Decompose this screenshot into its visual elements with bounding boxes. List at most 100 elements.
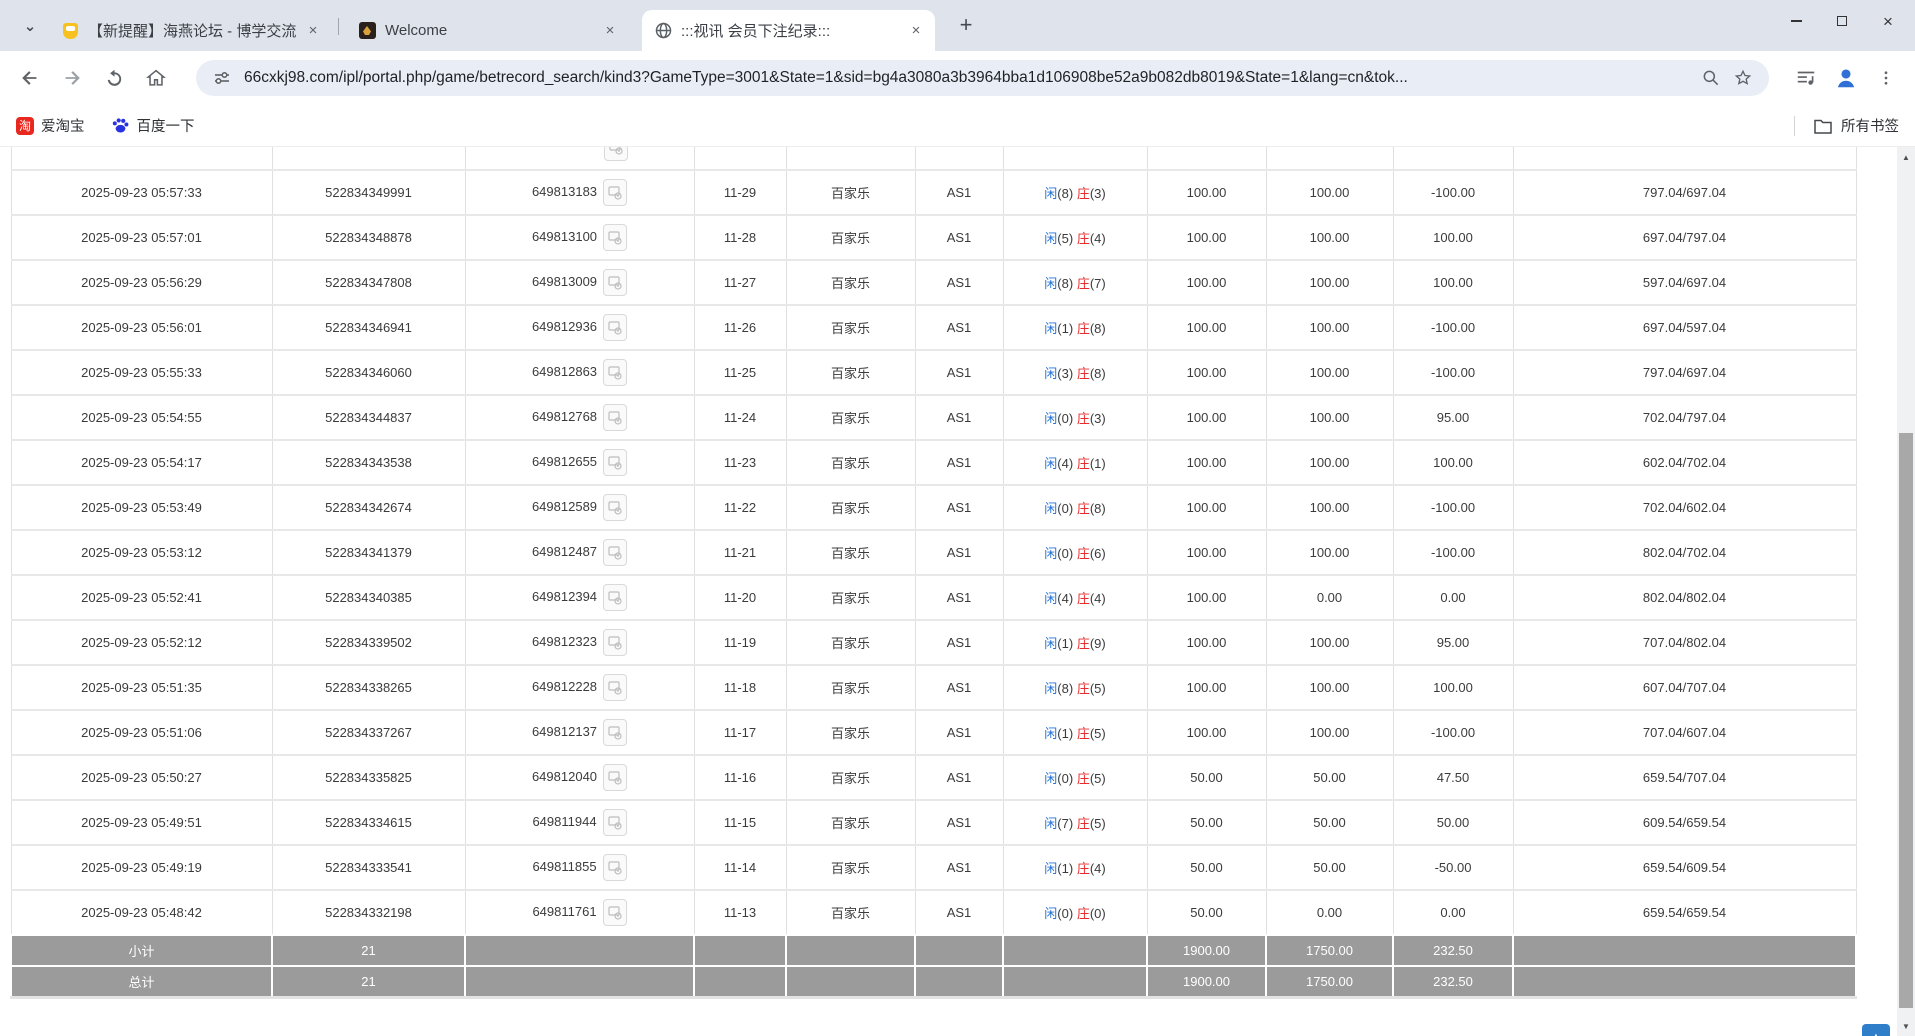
bet-amount-link[interactable]: 100.00 — [1147, 710, 1266, 755]
bet-amount-link[interactable]: 100.00 — [1147, 350, 1266, 395]
round-id: 649812137 — [465, 710, 694, 755]
back-button[interactable] — [16, 64, 44, 92]
video-replay-button[interactable] — [603, 629, 627, 656]
browser-menu-icon[interactable] — [1871, 63, 1901, 93]
bet-amount-link[interactable]: 50.00 — [1147, 845, 1266, 890]
table-row: 2025-09-23 05:52:12522834339502649812323… — [11, 620, 1856, 665]
bookmark-taobao[interactable]: 淘 爱淘宝 — [16, 115, 85, 136]
bet-amount-link[interactable]: 100.00 — [1147, 665, 1266, 710]
bookmark-baidu[interactable]: 百度一下 — [111, 115, 195, 136]
valid-amount: 100.00 — [1266, 620, 1393, 665]
scrollbar-up-arrow-icon[interactable]: ▲ — [1897, 149, 1915, 165]
player-count: (0) — [1057, 771, 1073, 786]
round-number: 649811855 — [532, 859, 596, 874]
bet-amount-link[interactable]: 50.00 — [1147, 755, 1266, 800]
balance: 659.54/659.54 — [1513, 890, 1856, 935]
profile-avatar[interactable] — [1831, 63, 1861, 93]
tab-close-icon[interactable]: × — [304, 22, 322, 40]
video-replay-button[interactable] — [604, 147, 628, 161]
bet-amount-link[interactable]: 100.00 — [1147, 530, 1266, 575]
back-to-top-button[interactable]: ▲ — [1862, 1024, 1890, 1036]
video-replay-button[interactable] — [603, 494, 627, 521]
video-replay-button[interactable] — [603, 404, 627, 431]
order-id: 522834349991 — [272, 170, 465, 215]
banker-count: (9) — [1090, 636, 1106, 651]
bet-time: 2025-09-23 05:50:27 — [11, 755, 272, 800]
bet-amount-link[interactable]: 100.00 — [1147, 170, 1266, 215]
bet-content: 闲(1) 庄(5) — [1003, 710, 1147, 755]
tab-close-icon[interactable]: × — [601, 22, 619, 40]
forward-button[interactable] — [58, 64, 86, 92]
video-replay-button[interactable] — [603, 269, 627, 296]
bet-amount-link[interactable]: 100.00 — [1147, 395, 1266, 440]
bet-amount-link[interactable]: 100.00 — [1147, 305, 1266, 350]
address-bar[interactable]: 66cxkj98.com/ipl/portal.php/game/betreco… — [196, 60, 1769, 96]
page-scrollbar[interactable]: ▲ ▼ — [1897, 147, 1915, 1036]
table-row: 2025-09-23 05:49:51522834334615649811944… — [11, 800, 1856, 845]
url-text[interactable]: 66cxkj98.com/ipl/portal.php/game/betreco… — [244, 69, 1691, 87]
bet-amount-link[interactable]: 100.00 — [1147, 260, 1266, 305]
valid-amount: 100.00 — [1266, 665, 1393, 710]
new-tab-button[interactable]: + — [952, 11, 980, 39]
tab-search-chevron-icon[interactable]: ⌄ — [16, 12, 44, 40]
player-count: (1) — [1057, 861, 1073, 876]
bet-time: 2025-09-23 05:53:49 — [11, 485, 272, 530]
video-replay-button[interactable] — [603, 179, 627, 206]
banker-label: 庄 — [1077, 771, 1090, 786]
bet-amount-link[interactable]: 100.00 — [1147, 575, 1266, 620]
round-number: 649812228 — [532, 679, 597, 694]
banker-label: 庄 — [1077, 366, 1090, 381]
site-settings-icon[interactable] — [210, 66, 234, 90]
all-bookmarks-button[interactable]: 所有书签 — [1813, 115, 1899, 136]
subtotal-label: 小计 — [11, 935, 272, 966]
scrollbar-thumb[interactable] — [1899, 433, 1913, 1008]
window-minimize-button[interactable] — [1773, 0, 1819, 42]
bet-amount-link[interactable]: 50.00 — [1147, 800, 1266, 845]
scrollbar-down-arrow-icon[interactable]: ▼ — [1897, 1018, 1915, 1034]
valid-amount: 100.00 — [1266, 350, 1393, 395]
home-button[interactable] — [142, 64, 170, 92]
bet-amount-link[interactable]: 100.00 — [1147, 485, 1266, 530]
video-replay-button[interactable] — [603, 539, 627, 566]
tab-close-icon[interactable]: × — [907, 22, 925, 40]
video-replay-button[interactable] — [603, 449, 627, 476]
account-name: AS1 — [915, 350, 1003, 395]
bet-amount-link[interactable]: 100.00 — [1147, 620, 1266, 665]
window-maximize-button[interactable] — [1819, 0, 1865, 42]
player-label: 闲 — [1044, 411, 1057, 426]
video-replay-button[interactable] — [603, 764, 627, 791]
zoom-icon[interactable] — [1699, 66, 1723, 90]
video-replay-button[interactable] — [603, 584, 627, 611]
video-replay-button[interactable] — [603, 224, 627, 251]
bet-amount-link[interactable]: 100.00 — [1147, 440, 1266, 485]
tab-forum[interactable]: 【新提醒】海燕论坛 - 博学交流 × — [49, 10, 332, 51]
round-number: 649812323 — [532, 634, 597, 649]
bet-amount-link[interactable]: 100.00 — [1147, 215, 1266, 260]
video-replay-button[interactable] — [603, 359, 627, 386]
valid-amount: 100.00 — [1266, 440, 1393, 485]
bet-amount-link[interactable]: 50.00 — [1147, 890, 1266, 935]
order-id: 522834333541 — [272, 845, 465, 890]
banker-count: (5) — [1090, 771, 1106, 786]
video-replay-button[interactable] — [603, 314, 627, 341]
tab-bet-record[interactable]: :::视讯 会员下注纪录::: × — [642, 10, 935, 51]
banker-count: (4) — [1090, 861, 1106, 876]
player-label: 闲 — [1044, 321, 1057, 336]
player-label: 闲 — [1044, 231, 1057, 246]
video-replay-button[interactable] — [603, 809, 627, 836]
round-id: 649813100 — [465, 215, 694, 260]
banker-count: (6) — [1090, 546, 1106, 561]
window-close-button[interactable]: × — [1865, 0, 1911, 42]
video-replay-button[interactable] — [603, 854, 627, 881]
round-id: 649811944 — [465, 800, 694, 845]
tab-welcome[interactable]: Welcome × — [346, 10, 629, 51]
video-replay-button[interactable] — [603, 719, 627, 746]
video-replay-button[interactable] — [603, 899, 627, 926]
banker-label: 庄 — [1077, 321, 1090, 336]
account-name: AS1 — [915, 305, 1003, 350]
banker-label: 庄 — [1077, 501, 1090, 516]
media-controls-icon[interactable] — [1791, 63, 1821, 93]
bookmark-star-icon[interactable] — [1731, 66, 1755, 90]
reload-button[interactable] — [100, 64, 128, 92]
video-replay-button[interactable] — [603, 674, 627, 701]
